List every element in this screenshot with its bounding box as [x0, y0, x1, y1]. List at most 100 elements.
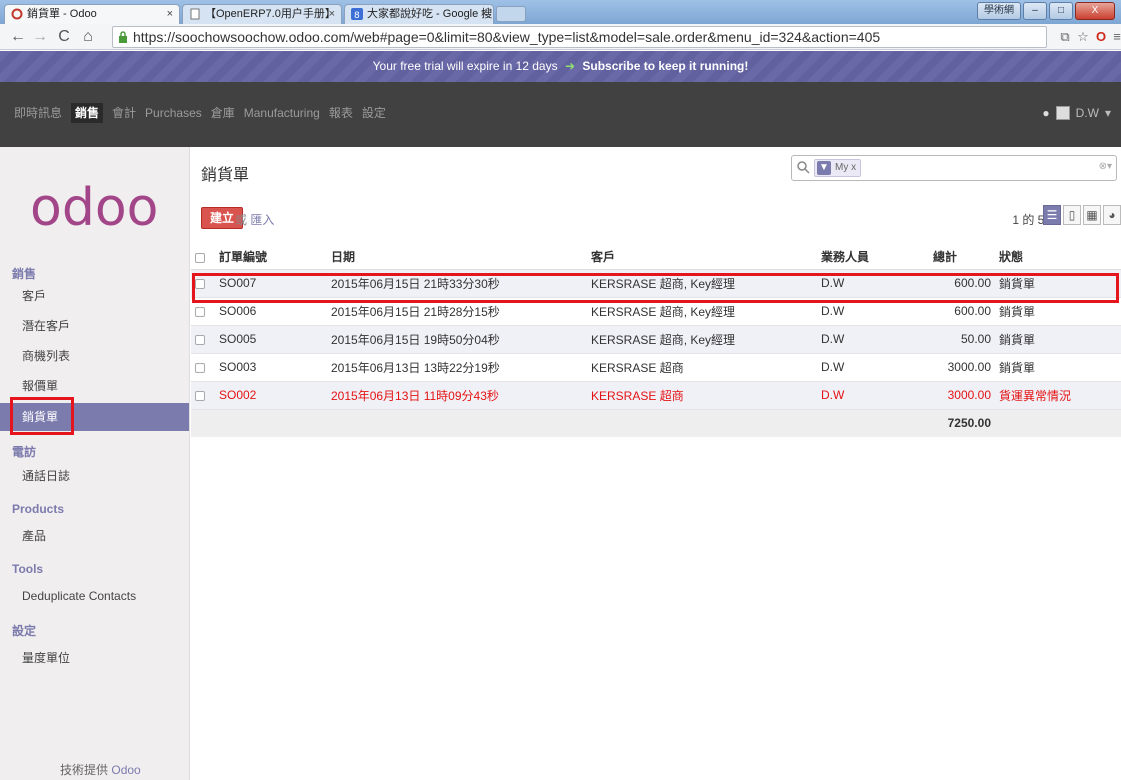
- url-text: https://soochowsoochow.odoo.com/web#page…: [133, 29, 881, 45]
- sidebar-item-opportunities[interactable]: 商機列表: [0, 345, 189, 367]
- row-checkbox[interactable]: [191, 297, 215, 326]
- browser-tab-manual[interactable]: 【OpenERP7.0用户手册】 ×: [182, 4, 342, 24]
- table-row[interactable]: SO006 2015年06月15日 21時28分15秒 KERSRASE 超商,…: [191, 297, 1121, 326]
- cell-salesperson: D.W: [817, 353, 929, 382]
- bookmark-star-icon[interactable]: ☆: [1074, 28, 1092, 46]
- search-facet[interactable]: ▼ My x: [814, 159, 862, 177]
- column-customer[interactable]: 客戶: [587, 245, 817, 270]
- menu-icon[interactable]: ≡: [1108, 28, 1121, 46]
- menu-reporting[interactable]: 報表: [329, 103, 353, 123]
- table-row[interactable]: SO002 2015年06月13日 11時09分43秒 KERSRASE 超商 …: [191, 381, 1121, 410]
- cell-total: 3000.00: [929, 381, 995, 410]
- sidebar-item-quotations[interactable]: 報價單: [0, 375, 189, 397]
- sidebar-item-uom[interactable]: 量度單位: [0, 647, 189, 669]
- list-view-icon[interactable]: ☰: [1043, 205, 1061, 225]
- home-icon[interactable]: ⌂: [78, 27, 98, 47]
- search-options-icon[interactable]: ⊗▾: [1099, 161, 1112, 172]
- google-favicon-icon: 8: [351, 8, 363, 20]
- minimize-icon[interactable]: –: [1023, 2, 1047, 20]
- close-icon[interactable]: ×: [167, 5, 173, 23]
- cell-status: 銷貨單: [995, 353, 1121, 382]
- caret-down-icon: ▾: [1104, 106, 1111, 120]
- back-icon[interactable]: ←: [8, 27, 28, 47]
- browser-tab-title: 大家都說好吃 - Google 搜: [367, 8, 493, 20]
- new-tab-button[interactable]: [496, 6, 526, 22]
- sidebar-item-call-log[interactable]: 通話日誌: [0, 465, 189, 487]
- main-menu: 即時訊息 銷售 會計 Purchases 倉庫 Manufacturing 報表…: [14, 103, 395, 123]
- table-header-row: 訂單編號 日期 客戶 業務人員 總計 狀態: [191, 245, 1121, 270]
- menu-manufacturing[interactable]: Manufacturing: [244, 103, 320, 123]
- select-all-checkbox[interactable]: [191, 245, 215, 270]
- sales-order-table: 訂單編號 日期 客戶 業務人員 總計 狀態 SO007 2015年06月15日 …: [191, 245, 1121, 437]
- sidebar-item-customers[interactable]: 客戶: [0, 285, 189, 307]
- trial-banner: Your free trial will expire in 12 days ➜…: [0, 51, 1121, 82]
- subscribe-link[interactable]: Subscribe to keep it running!: [582, 59, 748, 73]
- chat-icon[interactable]: ●: [1042, 103, 1049, 123]
- sidebar-item-sales-orders[interactable]: 銷貨單: [0, 403, 189, 431]
- table-row[interactable]: SO005 2015年06月15日 19時50分04秒 KERSRASE 超商,…: [191, 325, 1121, 354]
- column-status[interactable]: 狀態: [995, 245, 1121, 270]
- column-total[interactable]: 總計: [929, 245, 995, 270]
- import-area: 或 匯入: [235, 211, 274, 228]
- sidebar-section-products: Products: [12, 502, 65, 516]
- search-input[interactable]: ▼ My x ⊗▾: [791, 155, 1117, 181]
- cell-total: 3000.00: [929, 353, 995, 382]
- menu-sales[interactable]: 銷售: [71, 103, 104, 123]
- reload-icon[interactable]: C: [54, 27, 74, 47]
- column-date[interactable]: 日期: [327, 245, 587, 270]
- menu-warehouse[interactable]: 倉庫: [211, 103, 235, 123]
- window-close-icon[interactable]: X: [1075, 2, 1115, 20]
- menu-settings[interactable]: 設定: [362, 103, 386, 123]
- form-view-icon[interactable]: ▯: [1063, 205, 1081, 225]
- sidebar-item-deduplicate[interactable]: Deduplicate Contacts: [0, 585, 189, 607]
- cell-status: 貨運異常情況: [995, 381, 1121, 410]
- forward-icon[interactable]: →: [30, 27, 50, 47]
- menu-purchases[interactable]: Purchases: [145, 103, 202, 123]
- page-icon: [190, 8, 200, 20]
- graph-view-icon[interactable]: ◕: [1103, 205, 1121, 225]
- close-icon[interactable]: ×: [481, 5, 487, 23]
- cell-order-number: SO002: [215, 381, 327, 410]
- translate-icon[interactable]: ⧉: [1056, 28, 1074, 46]
- browser-tab-title: 銷貨單 - Odoo: [27, 8, 97, 20]
- address-bar[interactable]: https://soochowsoochow.odoo.com/web#page…: [112, 26, 1047, 48]
- svg-text:8: 8: [354, 11, 360, 20]
- menu-accounting[interactable]: 會計: [112, 103, 136, 123]
- import-link[interactable]: 匯入: [250, 213, 274, 227]
- search-icon: [797, 161, 810, 174]
- powered-by: 技術提供 Odoo: [60, 761, 141, 778]
- sidebar-section-settings: 設定: [12, 624, 37, 638]
- user-menu[interactable]: ● D.W ▾: [1042, 103, 1111, 123]
- maximize-icon[interactable]: □: [1049, 2, 1073, 20]
- row-checkbox[interactable]: [191, 353, 215, 382]
- cell-order-number: SO007: [215, 269, 327, 298]
- cell-date: 2015年06月13日 11時09分43秒: [327, 381, 587, 410]
- window-user-label[interactable]: 學術網: [977, 2, 1021, 20]
- browser-tab-google[interactable]: 8 大家都說好吃 - Google 搜 ×: [344, 4, 494, 24]
- search-facet-label: My x: [835, 162, 857, 173]
- cell-date: 2015年06月15日 19時50分04秒: [327, 325, 587, 354]
- row-checkbox[interactable]: [191, 381, 215, 410]
- cell-total: 50.00: [929, 325, 995, 354]
- table-row[interactable]: SO003 2015年06月13日 13時22分19秒 KERSRASE 超商 …: [191, 353, 1121, 382]
- browser-toolbar: ← → C ⌂ https://soochowsoochow.odoo.com/…: [0, 24, 1121, 50]
- menu-messaging[interactable]: 即時訊息: [14, 103, 62, 123]
- row-checkbox[interactable]: [191, 325, 215, 354]
- powered-by-label: 技術提供: [60, 763, 109, 777]
- table-row[interactable]: SO007 2015年06月15日 21時33分30秒 KERSRASE 超商,…: [191, 269, 1121, 298]
- powered-by-link[interactable]: Odoo: [111, 763, 140, 777]
- sidebar-section-calls: 電訪: [12, 445, 37, 459]
- browser-tab-odoo[interactable]: 銷貨單 - Odoo ×: [4, 4, 180, 24]
- column-order-number[interactable]: 訂單編號: [215, 245, 327, 270]
- close-icon[interactable]: ×: [329, 5, 335, 23]
- sidebar: odoo 銷售 客戶 潛在客戶 商機列表 報價單 銷貨單 電訪 通話日誌 Pro…: [0, 147, 190, 780]
- calendar-view-icon[interactable]: ▦: [1083, 205, 1101, 225]
- cell-salesperson: D.W: [817, 269, 929, 298]
- cell-total: 600.00: [929, 269, 995, 298]
- column-salesperson[interactable]: 業務人員: [817, 245, 929, 270]
- sidebar-item-leads[interactable]: 潛在客戶: [0, 315, 189, 337]
- arrow-right-icon: ➜: [564, 59, 576, 73]
- cell-status: 銷貨單: [995, 269, 1121, 298]
- row-checkbox[interactable]: [191, 269, 215, 298]
- sidebar-item-products[interactable]: 產品: [0, 525, 189, 547]
